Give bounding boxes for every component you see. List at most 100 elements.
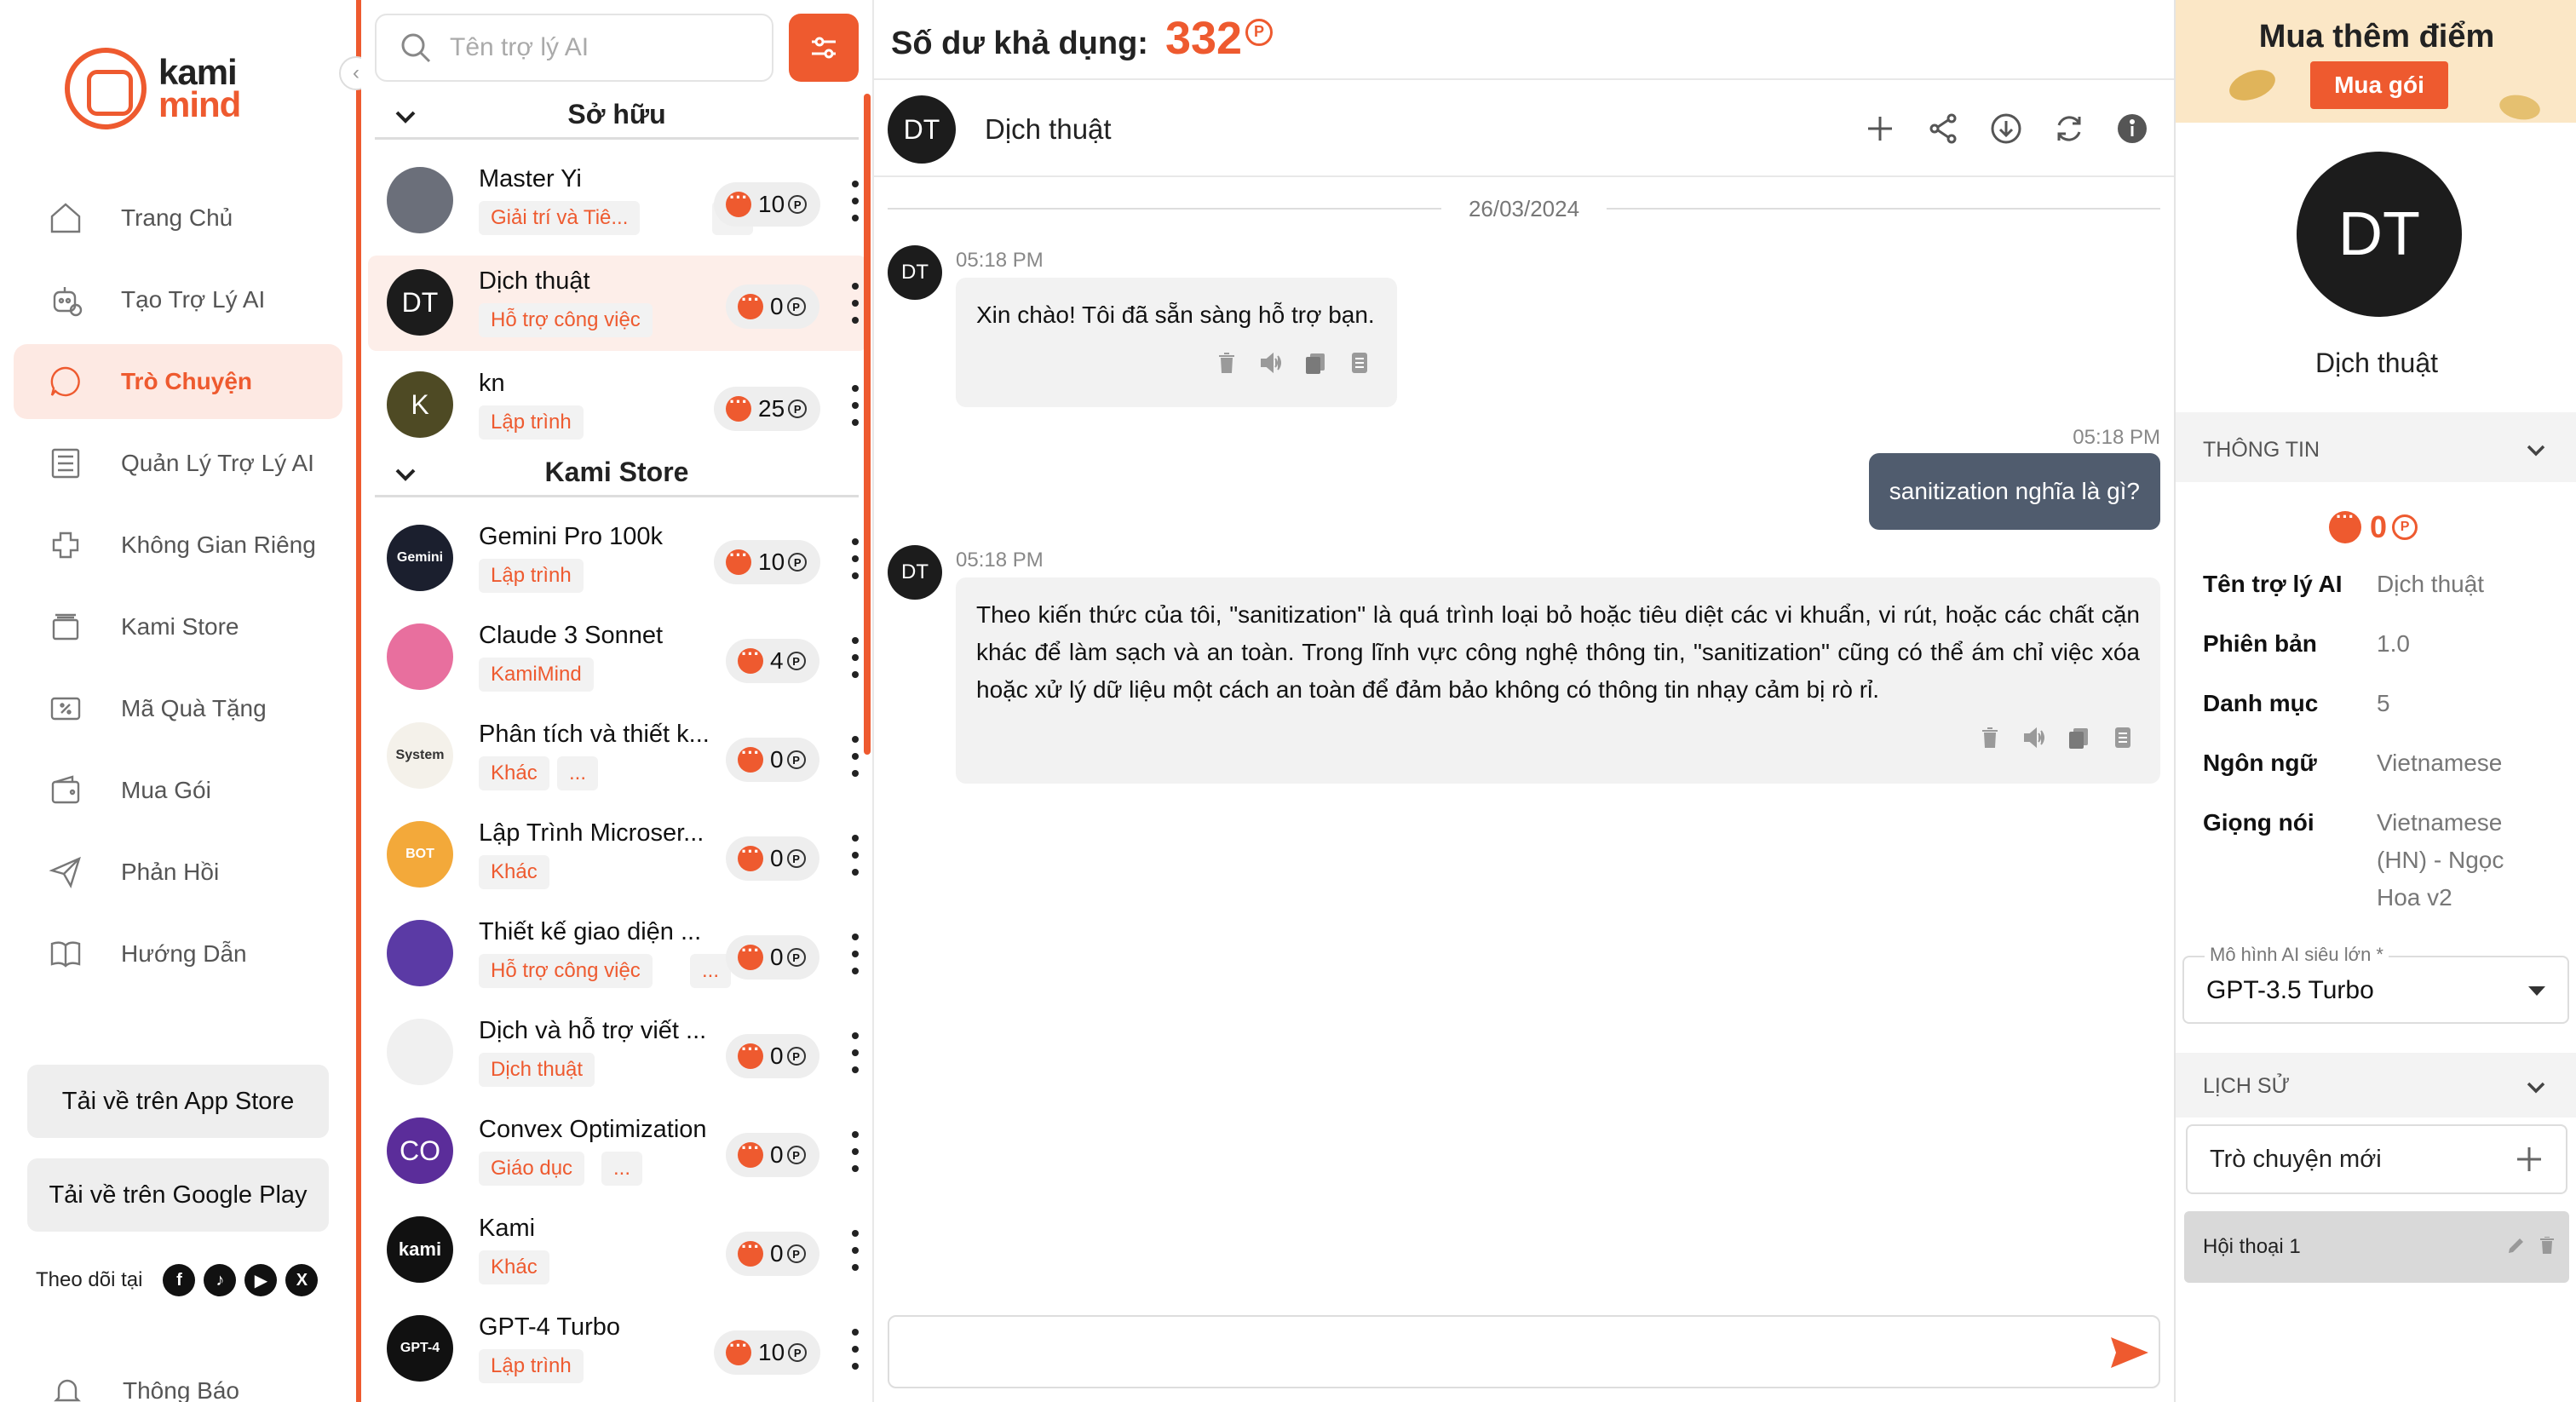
document-icon[interactable] [2109,724,2136,751]
search-input[interactable] [450,33,765,62]
chat-header: DT Dịch thuật [888,95,1112,164]
history-section-header[interactable]: LỊCH SỬ [2176,1056,2576,1116]
assistant-item[interactable]: Gemini Gemini Pro 100k Lập trình 10P [368,511,867,606]
section-owned-header[interactable]: Sở hữu [375,92,859,140]
document-icon[interactable] [1346,349,1373,376]
speaker-icon[interactable] [1257,349,1285,376]
sidebar-item-notifications[interactable]: Thông Báo [48,1371,239,1402]
copy-icon[interactable] [1302,349,1329,376]
buy-package-button[interactable]: Mua gói [2310,61,2448,109]
logo[interactable]: kami mind [65,48,241,129]
list-icon [46,444,85,483]
sidebar-item-manage-ai[interactable]: Quản Lý Trợ Lý AI [14,426,342,501]
trash-icon[interactable] [2537,1235,2559,1257]
trash-icon[interactable] [1213,349,1240,376]
category-tag: Khác [479,1250,549,1284]
date-label: 26/03/2024 [1468,195,1580,221]
sidebar-item-label: Trang Chủ [121,204,233,231]
more-options-icon[interactable] [850,736,860,777]
assistant-item[interactable]: GPT-4 GPT-4 Turbo Lập trình 10P [368,1301,867,1397]
app-store-button[interactable]: Tải về trên App Store [27,1065,329,1138]
field-value: Dịch thuật [2377,571,2485,597]
more-options-icon[interactable] [850,835,860,876]
download-icon[interactable] [1985,107,2027,150]
category-tag: ... [557,756,599,790]
copy-icon[interactable] [2065,724,2092,751]
more-options-icon[interactable] [850,283,860,324]
more-options-icon[interactable] [850,934,860,974]
facebook-icon[interactable]: f [163,1264,196,1296]
info-icon[interactable] [2111,107,2153,150]
speaker-icon[interactable] [2021,724,2048,751]
x-twitter-icon[interactable]: X [285,1264,319,1296]
tiktok-icon[interactable]: ♪ [204,1264,237,1296]
assistant-item[interactable]: Kkn Lập trình 25P [368,358,867,453]
avatar: Gemini [387,525,453,591]
more-options-icon[interactable] [850,637,860,678]
assistant-name: Gemini Pro 100k [479,523,663,550]
category-tag: KamiMind [479,658,594,692]
sidebar-item-private-space[interactable]: Không Gian Riêng [14,508,342,583]
assistant-item[interactable]: kami Kami Khác 0P [368,1203,867,1298]
assistant-item[interactable]: System Phân tích và thiết k... Khác... 0P [368,709,867,804]
section-title: Kami Store [544,457,689,487]
sidebar-item-label: Thông Báo [123,1377,239,1402]
sidebar-item-feedback[interactable]: Phản Hồi [14,835,342,910]
youtube-icon[interactable]: ▶ [244,1264,278,1296]
refresh-icon[interactable] [2048,107,2090,150]
more-options-icon[interactable] [850,181,860,221]
sidebar-item-buy-package[interactable]: Mua Gói [14,753,342,828]
sidebar-item-home[interactable]: Trang Chủ [14,181,342,256]
more-options-icon[interactable] [850,1131,860,1172]
point-coin-icon: P [788,399,808,418]
more-options-icon[interactable] [850,385,860,426]
sidebar-item-kami-store[interactable]: Kami Store [14,589,342,664]
cost-badge: 10P [714,1330,821,1375]
assistant-item[interactable]: DT Dịch thuật Hỗ trợ công việc 0P [368,256,867,351]
trash-icon[interactable] [1976,724,2004,751]
info-section-header[interactable]: THÔNG TIN [2176,419,2576,480]
chat-panel: Số dư khả dụng: 332 P DT Dịch thuật 26/0… [874,0,2174,1402]
more-options-icon[interactable] [850,1032,860,1073]
model-select[interactable]: Mô hình AI siêu lớn * GPT-3.5 Turbo [2182,944,2569,1024]
more-options-icon[interactable] [850,1230,860,1271]
cost-value: 10 [758,191,785,217]
assistant-item[interactable]: Master YiGiải trí và Tiê......10P [368,153,867,249]
chevron-left-icon: ‹ [353,61,359,84]
more-options-icon[interactable] [850,538,860,579]
send-icon[interactable] [2109,1334,2150,1371]
store-icon [46,607,85,646]
section-store-header[interactable]: Kami Store [375,450,859,497]
sidebar-item-guide[interactable]: Hướng Dẫn [14,916,342,991]
sidebar-item-create-ai[interactable]: Tạo Trợ Lý AI [14,262,342,337]
assistant-item[interactable]: Thiết kế giao diện ... Hỗ trợ công việc..… [368,906,867,1002]
google-play-button[interactable]: Tải về trên Google Play [27,1158,329,1232]
share-icon[interactable] [1922,107,1964,150]
field-key: Tên trợ lý AI [2203,571,2343,597]
list-scrollbar[interactable] [864,94,871,755]
conversation-item[interactable]: Hội thoại 1 [2184,1211,2569,1283]
assistant-item[interactable]: BOT Lập Trình Microser... Khác 0P [368,807,867,903]
more-options-icon[interactable] [850,1329,860,1370]
cost-value: 0 [770,944,784,970]
filter-button[interactable] [789,14,859,82]
new-chat-button[interactable]: Trò chuyện mới [2186,1124,2567,1194]
avatar [387,1019,453,1085]
sidebar-menu: Trang Chủ Tạo Trợ Lý AI Trò Chuyện Quản … [14,181,342,998]
category-tag: Dịch thuật [479,1053,595,1087]
section-title: THÔNG TIN [2203,437,2320,462]
assistant-item[interactable]: CO Convex Optimization Giáo dục... 0P [368,1104,867,1199]
point-coin-icon: P [786,750,806,769]
sidebar-item-gift-code[interactable]: Mã Quà Tặng [14,671,342,746]
sidebar-item-label: Phản Hồi [121,859,220,885]
model-label: Mô hình AI siêu lớn * [2205,944,2389,966]
add-icon[interactable] [1859,107,1901,150]
message-time: 05:18 PM [956,249,1044,272]
assistant-item[interactable]: Claude 3 Sonnet KamiMind 4P [368,610,867,705]
cost-badge: 0P [726,1133,819,1177]
assistant-item[interactable]: Dịch và hỗ trợ viết ... Dịch thuật 0P [368,1005,867,1100]
message-input[interactable] [888,1315,2160,1388]
sidebar-item-chat[interactable]: Trò Chuyện [14,344,342,419]
edit-icon[interactable] [2506,1235,2528,1257]
chevron-down-icon [2525,440,2547,468]
